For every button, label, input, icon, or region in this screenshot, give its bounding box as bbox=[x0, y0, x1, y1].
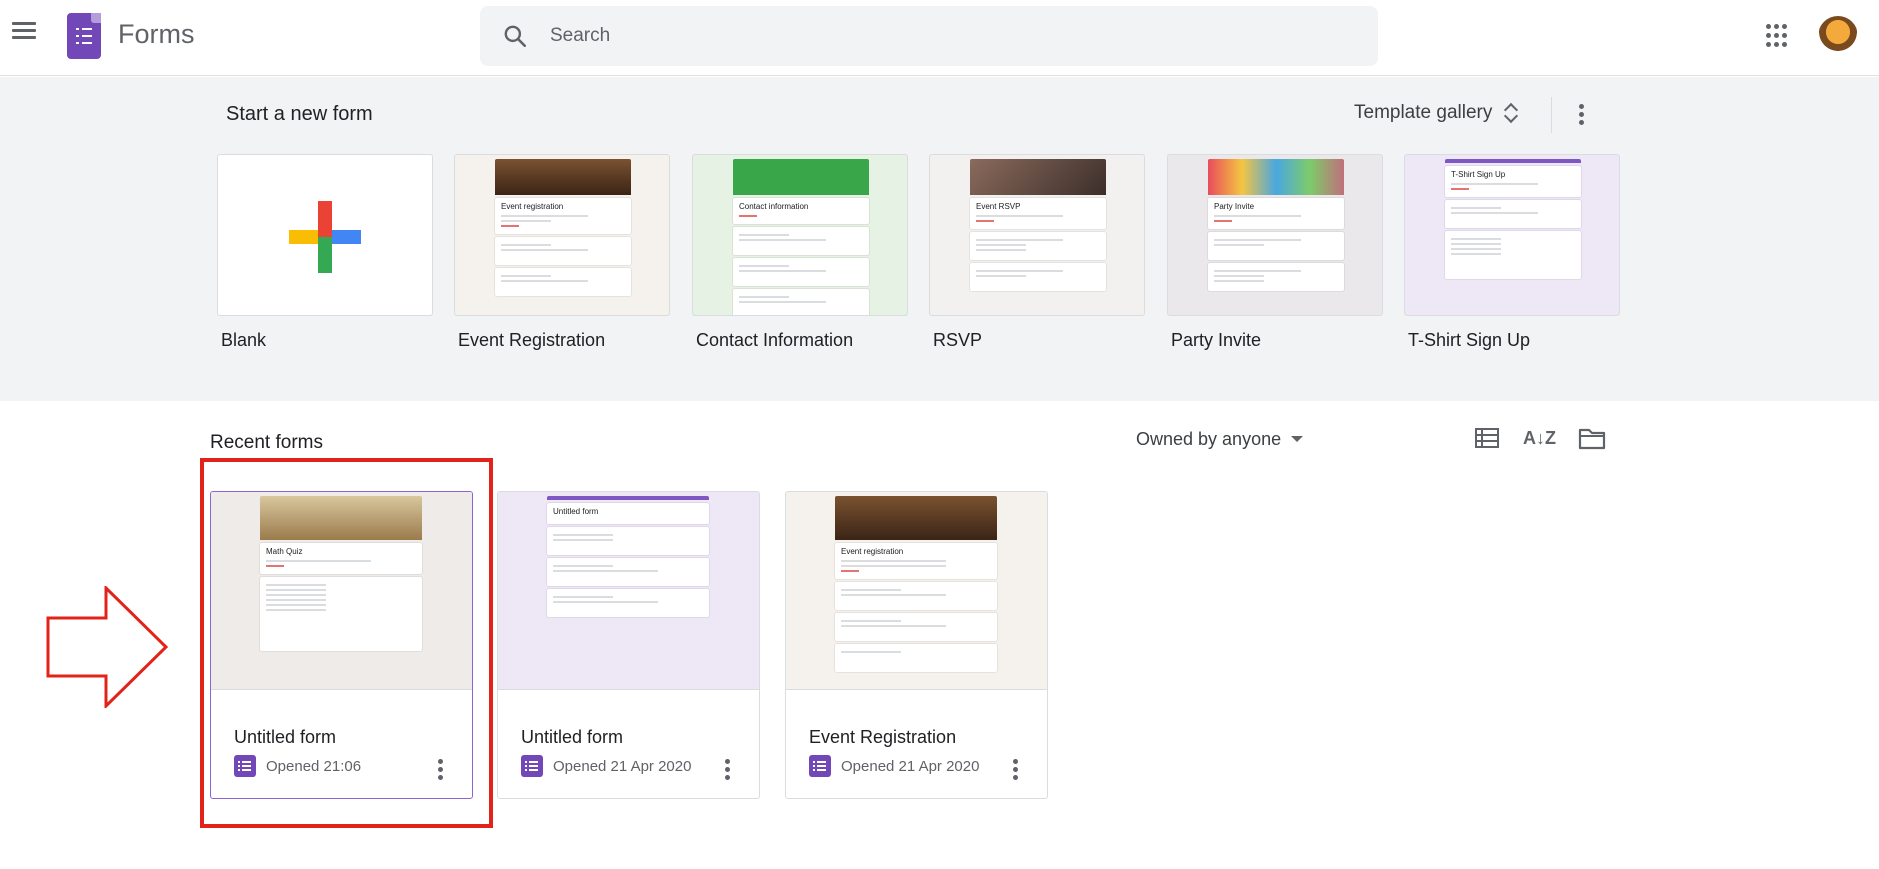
template-contact-information[interactable]: Contact information Contact Information bbox=[692, 154, 908, 350]
google-apps-icon[interactable] bbox=[1766, 24, 1790, 48]
preview-title: Party Invite bbox=[1214, 202, 1255, 211]
form-thumbnail: Event registration bbox=[786, 492, 1047, 690]
app-header: Forms bbox=[0, 0, 1879, 76]
preview-title: T-Shirt Sign Up bbox=[1451, 170, 1506, 179]
template-tshirt-signup[interactable]: T-Shirt Sign Up T-Shirt Sign Up bbox=[1404, 154, 1620, 350]
search-icon[interactable] bbox=[502, 23, 528, 49]
template-party-invite[interactable]: Party Invite Party Invite bbox=[1167, 154, 1383, 350]
owner-filter-label: Owned by anyone bbox=[1136, 428, 1282, 449]
preview-banner bbox=[1208, 159, 1344, 195]
template-gallery-label: Template gallery bbox=[1354, 102, 1493, 123]
form-more-options-icon[interactable] bbox=[1005, 755, 1025, 783]
template-more-options-icon[interactable] bbox=[1571, 100, 1591, 128]
dropdown-arrow-icon bbox=[1291, 436, 1304, 442]
form-preview: Event registration bbox=[835, 496, 997, 690]
preview-title: Contact information bbox=[739, 202, 809, 211]
owner-filter-dropdown[interactable]: Owned by anyone bbox=[1136, 425, 1304, 453]
form-name: Event Registration bbox=[809, 727, 957, 747]
template-label: Blank bbox=[221, 330, 267, 350]
form-preview: Contact information bbox=[733, 159, 869, 315]
form-more-options-icon[interactable] bbox=[717, 755, 737, 783]
list-view-icon[interactable] bbox=[1472, 424, 1502, 452]
template-event-registration[interactable]: Event registration Event Registration bbox=[454, 154, 670, 350]
preview-banner bbox=[970, 159, 1106, 195]
sort-az-icon[interactable]: A↓Z bbox=[1523, 424, 1556, 452]
preview-banner bbox=[495, 159, 631, 195]
form-preview: Party Invite bbox=[1208, 159, 1344, 315]
recent-form-card[interactable]: Event registration Event Registration Op… bbox=[785, 491, 1048, 799]
arrow-right-icon bbox=[46, 586, 168, 708]
preview-banner bbox=[733, 159, 869, 195]
template-rsvp[interactable]: Event RSVP RSVP bbox=[929, 154, 1145, 350]
highlight-box bbox=[200, 458, 493, 828]
form-opened-time: Opened 21 Apr 2020 bbox=[553, 757, 692, 775]
template-section: Start a new form Template gallery Blank … bbox=[0, 77, 1879, 401]
app-title[interactable]: Forms bbox=[118, 19, 195, 50]
folder-icon[interactable] bbox=[1577, 424, 1607, 452]
template-thumbnail: Party Invite bbox=[1167, 154, 1383, 316]
preview-banner bbox=[1445, 159, 1581, 163]
forms-logo-icon[interactable] bbox=[67, 13, 101, 59]
account-avatar[interactable] bbox=[1818, 16, 1858, 56]
template-thumbnail: Contact information bbox=[692, 154, 908, 316]
template-thumbnail: T-Shirt Sign Up bbox=[1404, 154, 1620, 316]
preview-banner bbox=[835, 496, 997, 540]
search-input[interactable] bbox=[550, 6, 1350, 66]
preview-title: Event registration bbox=[501, 202, 564, 211]
forms-file-icon bbox=[521, 755, 543, 777]
template-label: Contact Information bbox=[696, 330, 854, 350]
template-thumbnail: Event registration bbox=[454, 154, 670, 316]
template-label: Event Registration bbox=[458, 330, 606, 350]
form-thumbnail: Untitled form bbox=[498, 492, 759, 690]
main-menu-icon[interactable] bbox=[10, 18, 38, 46]
divider bbox=[1551, 97, 1552, 133]
template-thumbnail bbox=[217, 154, 433, 316]
recent-forms-title: Recent forms bbox=[210, 432, 323, 453]
preview-title: Event registration bbox=[841, 547, 904, 556]
template-label: T-Shirt Sign Up bbox=[1408, 330, 1531, 350]
form-name: Untitled form bbox=[521, 727, 624, 747]
form-preview: Event RSVP bbox=[970, 159, 1106, 315]
template-blank[interactable]: Blank bbox=[217, 154, 433, 350]
form-opened-time: Opened 21 Apr 2020 bbox=[841, 757, 980, 775]
template-thumbnail: Event RSVP bbox=[929, 154, 1145, 316]
preview-banner bbox=[547, 496, 709, 500]
start-new-form-title: Start a new form bbox=[226, 103, 373, 125]
preview-title: Untitled form bbox=[553, 507, 599, 516]
preview-title: Event RSVP bbox=[976, 202, 1021, 211]
form-preview: Event registration bbox=[495, 159, 631, 315]
template-gallery-button[interactable]: Template gallery bbox=[1342, 91, 1530, 135]
recent-form-card[interactable]: Untitled form Untitled form Opened 21 Ap… bbox=[497, 491, 760, 799]
forms-file-icon bbox=[809, 755, 831, 777]
form-preview: Untitled form bbox=[547, 496, 709, 690]
template-label: RSVP bbox=[933, 330, 983, 350]
plus-icon bbox=[289, 201, 361, 273]
form-preview: T-Shirt Sign Up bbox=[1445, 159, 1581, 315]
template-label: Party Invite bbox=[1171, 330, 1262, 350]
search-bar[interactable] bbox=[480, 6, 1378, 66]
unfold-more-icon bbox=[1502, 101, 1518, 125]
